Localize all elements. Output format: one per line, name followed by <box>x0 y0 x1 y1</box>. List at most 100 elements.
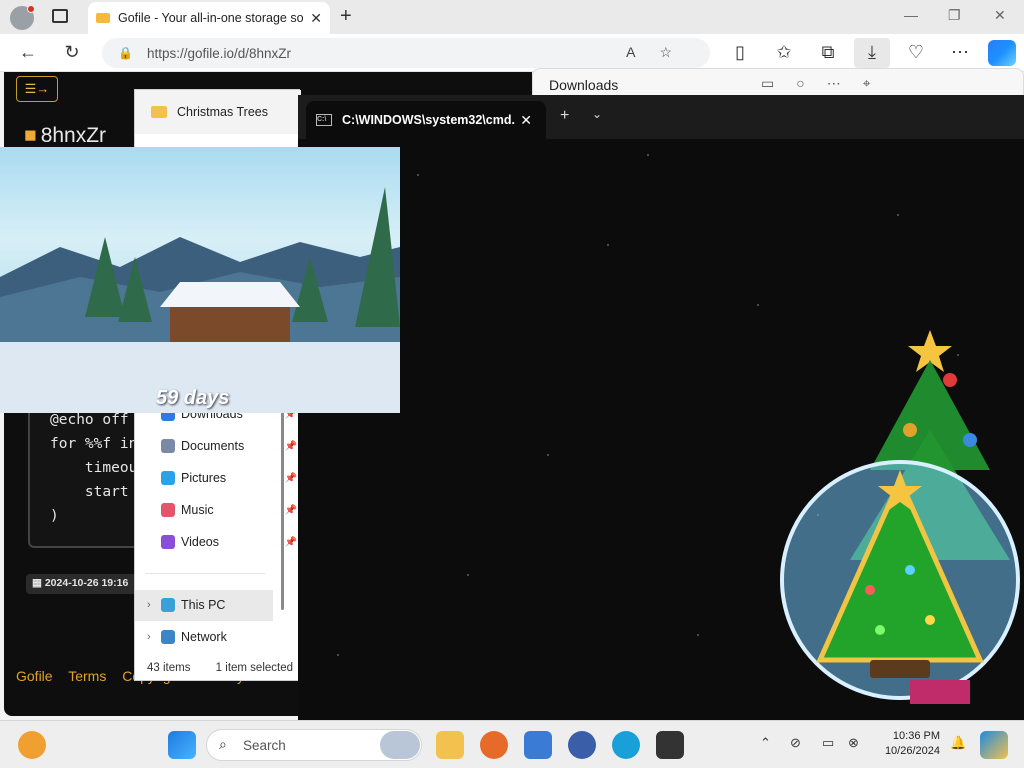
nav-item-network[interactable]: Network <box>161 626 299 648</box>
folder-icon: ■ <box>24 124 37 147</box>
system-clock[interactable]: 10:36 PM 10/26/2024 <box>876 729 940 759</box>
ornament <box>865 585 875 595</box>
terminal-tab-bar: C:\ C:\WINDOWS\system32\cmd. ✕ + ⌄ <box>298 95 1024 139</box>
folder-icon <box>151 106 167 118</box>
nav-item-documents[interactable]: Documents 📌 <box>161 435 299 457</box>
nav-label: Documents <box>181 439 245 453</box>
terminal-tab[interactable]: C:\ C:\WINDOWS\system32\cmd. ✕ <box>306 101 546 139</box>
downloads-panel: Downloads ▭○⋯⌖ <box>532 68 1024 98</box>
globe-base <box>870 660 930 678</box>
split-screen-icon[interactable]: ▯ <box>728 42 752 63</box>
search-downloads-icon[interactable]: ○ <box>796 75 826 91</box>
nav-item-pictures[interactable]: Pictures 📌 <box>161 467 299 489</box>
lock-icon[interactable]: 🔒 <box>118 46 133 60</box>
clock-date: 10/26/2024 <box>884 745 940 757</box>
refresh-icon[interactable]: ↻ <box>60 42 84 63</box>
folder-title: ■ 8hnxZr <box>24 124 106 148</box>
terminal-icon[interactable] <box>656 731 684 759</box>
browser-essentials-icon[interactable]: ♡ <box>904 42 928 63</box>
start-icon[interactable] <box>168 731 196 759</box>
nav-label: Network <box>181 630 227 644</box>
restore-icon[interactable]: ❐ <box>948 7 961 24</box>
favorite-star-icon[interactable]: ☆ <box>659 44 696 60</box>
chevron-up-icon[interactable]: ⌃ <box>760 735 771 751</box>
close-tab-icon[interactable]: ✕ <box>520 112 532 129</box>
more-options-icon[interactable]: ⋯ <box>827 75 863 91</box>
menu-toggle-button[interactable]: ☰→ <box>16 76 58 102</box>
volume-icon[interactable]: ⊗ <box>848 735 859 751</box>
minimize-icon[interactable]: — <box>904 7 918 23</box>
upload-date-badge: ▦ 2024-10-26 19:16 <box>26 574 136 594</box>
this-pc-icon <box>161 598 175 612</box>
browser-tab-gofile[interactable]: Gofile - Your all-in-one storage so ✕ <box>88 2 330 34</box>
ornament <box>903 423 917 437</box>
notification-icon[interactable]: 🔔 <box>950 735 966 751</box>
profile-avatar[interactable] <box>10 5 35 30</box>
selection-count: 1 item selected <box>215 662 294 674</box>
favorites-icon[interactable]: ✩ <box>772 42 796 63</box>
pin-icon: 📌 <box>284 536 297 548</box>
taskbar: ⌕ Search ⌃ ⊘ ▭ ⊗ 10:36 PM 10/26/2024 🔔 <box>0 720 1024 768</box>
search-placeholder: Search <box>243 737 286 753</box>
read-aloud-icon[interactable]: A <box>626 44 659 60</box>
christmas-countdown-widget: 59 days <box>0 147 400 413</box>
collections-icon[interactable]: ⧉ <box>816 42 840 63</box>
browser-tab-title: Gofile - Your all-in-one storage so <box>118 11 304 25</box>
more-icon[interactable]: ⋯ <box>948 42 972 63</box>
chevron-right-icon[interactable]: › <box>147 631 151 643</box>
address-bar[interactable]: 🔒 https://gofile.io/d/8hnxZr A☆ <box>102 38 710 68</box>
videos-icon <box>161 535 175 549</box>
app-icon[interactable] <box>568 731 596 759</box>
countdown-label: 59 days <box>156 387 230 409</box>
pin-icon[interactable]: ⌖ <box>863 75 893 91</box>
downloads-title: Downloads <box>549 77 619 93</box>
footer-link-gofile[interactable]: Gofile <box>16 668 53 684</box>
explorer-tab[interactable]: Christmas Trees <box>135 90 301 134</box>
upload-date: 2024-10-26 19:16 <box>44 577 129 589</box>
browser-tab-bar: Gofile - Your all-in-one storage so ✕ + … <box>0 0 1024 34</box>
chevron-right-icon[interactable]: › <box>147 599 151 611</box>
downloads-actions: ▭○⋯⌖ <box>761 75 893 92</box>
notification-dot <box>27 5 35 13</box>
explorer-tab-title: Christmas Trees <box>177 105 268 119</box>
url-text: https://gofile.io/d/8hnxZr <box>146 45 292 61</box>
pin-icon: 📌 <box>284 472 297 484</box>
nav-item-music[interactable]: Music 📌 <box>161 499 299 521</box>
display-icon[interactable]: ▭ <box>822 735 834 751</box>
download-icon[interactable]: ⤓ <box>860 42 884 63</box>
explorer-scrollbar[interactable] <box>281 410 284 610</box>
ornament <box>875 625 885 635</box>
nav-label: Pictures <box>181 471 227 485</box>
weather-icon[interactable] <box>380 731 420 759</box>
search-icon: ⌕ <box>219 736 227 752</box>
tab-actions-icon[interactable] <box>52 9 68 23</box>
open-folder-icon[interactable]: ▭ <box>761 75 796 91</box>
store-icon[interactable] <box>524 731 552 759</box>
footer-link-terms[interactable]: Terms <box>68 668 106 684</box>
chevron-down-icon[interactable]: ⌄ <box>592 107 602 121</box>
new-tab-icon[interactable]: + <box>340 5 352 28</box>
nav-item-videos[interactable]: Videos 📌 <box>161 531 299 553</box>
file-explorer-icon[interactable] <box>436 731 464 759</box>
winter-scene-illustration <box>0 187 400 413</box>
nav-item-this-pc[interactable]: This PC <box>161 594 299 616</box>
pictures-icon <box>161 471 175 485</box>
nav-label: Videos <box>181 535 219 549</box>
close-window-icon[interactable]: ✕ <box>994 7 1006 24</box>
copilot-taskbar-icon[interactable] <box>980 731 1008 759</box>
christmas-tree-decoration <box>780 330 1020 704</box>
network-status-icon[interactable]: ⊘ <box>790 735 801 751</box>
back-icon[interactable]: ← <box>16 42 40 63</box>
edge-icon[interactable] <box>612 731 640 759</box>
firefox-icon[interactable] <box>480 731 508 759</box>
folder-name: 8hnxZr <box>40 124 107 147</box>
gofile-favicon-icon <box>96 13 110 23</box>
close-tab-icon[interactable]: ✕ <box>310 10 322 27</box>
gift-box <box>910 680 970 704</box>
ornament <box>925 615 935 625</box>
new-tab-icon[interactable]: + <box>560 107 569 125</box>
widgets-icon[interactable] <box>18 731 46 759</box>
explorer-status-bar: 43 items 1 item selected <box>147 662 315 674</box>
copilot-icon[interactable] <box>988 40 1016 66</box>
nav-divider <box>145 573 265 574</box>
